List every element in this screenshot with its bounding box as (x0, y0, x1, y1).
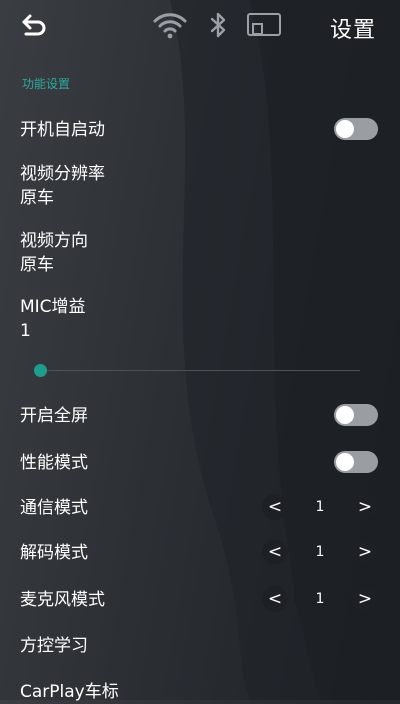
decrement-button[interactable]: < (262, 586, 288, 612)
top-bar: 设置 (0, 0, 400, 50)
setting-label: 性能模式 (20, 453, 88, 473)
setting-label: 视频分辨率 (20, 164, 105, 184)
setting-label: 视频方向 (20, 231, 88, 251)
toggle-knob (336, 453, 354, 471)
setting-label: MIC增益 (20, 297, 86, 317)
decode-mode-stepper: < 1 > (262, 539, 378, 565)
setting-row-orientation[interactable]: 视频方向 原车 (20, 229, 380, 277)
page-title: 设置 (329, 18, 376, 43)
setting-value: 原车 (20, 255, 54, 275)
fullscreen-toggle[interactable] (334, 404, 378, 426)
status-icons (152, 8, 282, 42)
decrement-button[interactable]: < (262, 494, 288, 520)
increment-button[interactable]: > (352, 586, 378, 612)
mic-mode-stepper: < 1 > (262, 586, 378, 612)
back-button[interactable] (14, 10, 54, 40)
decrement-button[interactable]: < (262, 539, 288, 565)
bluetooth-icon (210, 12, 226, 38)
increment-button[interactable]: > (352, 494, 378, 520)
increment-button[interactable]: > (352, 539, 378, 565)
wifi-icon (153, 13, 187, 39)
toggle-knob (336, 406, 354, 424)
autostart-toggle[interactable] (334, 118, 378, 140)
setting-row-carplay-logo[interactable]: CarPlay车标 (20, 680, 380, 704)
comm-mode-stepper: < 1 > (262, 494, 378, 520)
setting-label: 开启全屏 (20, 406, 88, 426)
setting-row-steering-learning[interactable]: 方控学习 (20, 634, 380, 658)
slider-thumb[interactable] (34, 364, 47, 377)
mic-gain-slider[interactable] (34, 364, 360, 378)
section-label: 功能设置 (22, 77, 71, 91)
setting-row-resolution[interactable]: 视频分辨率 原车 (20, 162, 380, 210)
setting-row-mic-gain: MIC增益 1 (20, 295, 380, 343)
stepper-value: 1 (294, 587, 346, 611)
toggle-knob (336, 120, 354, 138)
setting-value: 原车 (20, 188, 54, 208)
setting-label: CarPlay车标 (20, 682, 119, 702)
performance-toggle[interactable] (334, 451, 378, 473)
setting-label: 开机自启动 (20, 120, 105, 140)
setting-row-fullscreen: 开启全屏 (20, 404, 380, 428)
setting-row-autostart: 开机自启动 (20, 118, 380, 142)
slider-track (34, 370, 360, 371)
back-arrow-icon (22, 14, 46, 36)
stepper-value: 1 (294, 540, 346, 564)
setting-row-performance: 性能模式 (20, 451, 380, 475)
screen-cast-icon (247, 13, 281, 36)
setting-value: 1 (20, 321, 31, 341)
setting-label: 方控学习 (20, 636, 88, 656)
stepper-value: 1 (294, 495, 346, 519)
